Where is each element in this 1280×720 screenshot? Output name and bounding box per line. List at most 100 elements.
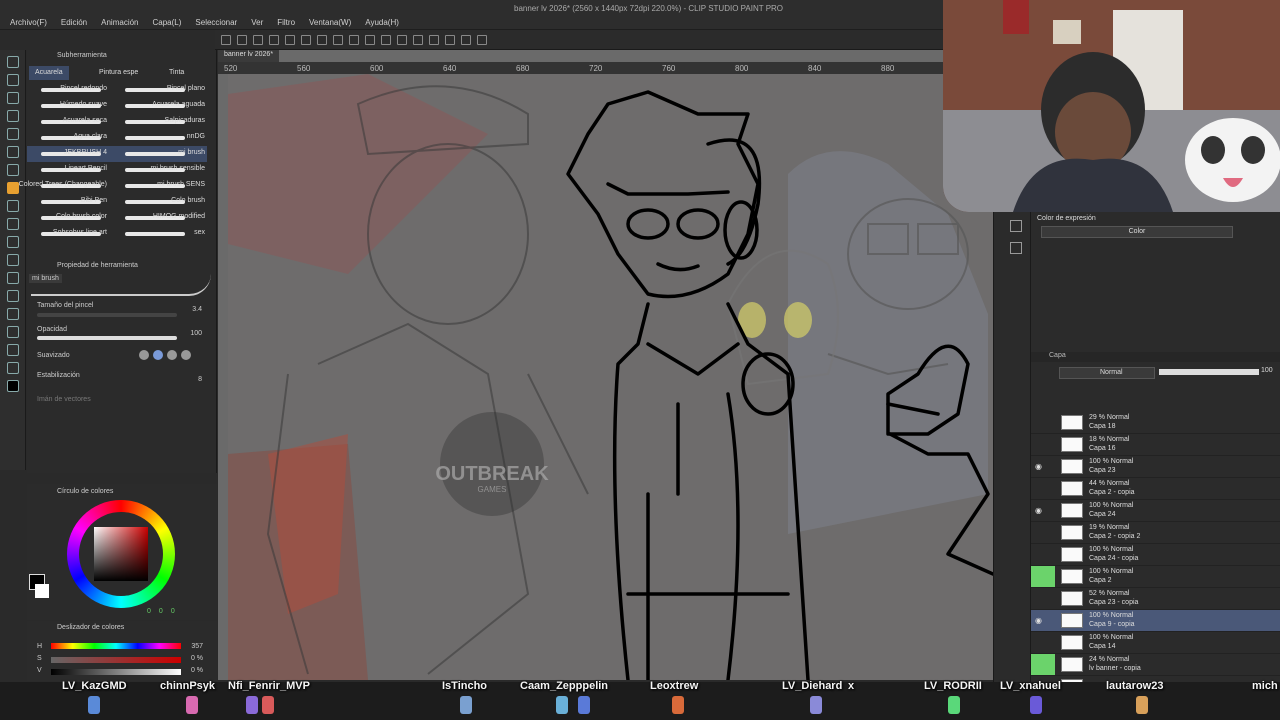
snap-ruler-icon[interactable] bbox=[381, 34, 391, 45]
layer-row[interactable]: 29 % Normal Capa 18 bbox=[1031, 412, 1280, 434]
layer-opacity-slider[interactable] bbox=[1159, 369, 1259, 375]
frame-tool-icon[interactable] bbox=[7, 308, 19, 320]
brush-tool-icon[interactable] bbox=[7, 182, 19, 194]
layer-row[interactable]: 100 % Normal Capa 14 bbox=[1031, 632, 1280, 654]
brush-name-left[interactable]: Lineart Pencil bbox=[65, 165, 107, 172]
invert-selection-icon[interactable] bbox=[365, 34, 375, 45]
visibility-eye-icon[interactable]: ◉ bbox=[1035, 462, 1042, 471]
brush-name-left[interactable]: Bibi Pen bbox=[81, 197, 107, 204]
tab-pintura[interactable]: Pintura espe bbox=[93, 66, 144, 80]
layer-row[interactable]: ◉ 100 % Normal Capa 9 - copia bbox=[1031, 610, 1280, 632]
open-icon[interactable] bbox=[237, 34, 247, 45]
brush-name-right[interactable]: nnDG bbox=[187, 133, 205, 140]
main-color-swatch[interactable] bbox=[7, 380, 19, 392]
brush-row[interactable]: Acuarela seca Salpicaduras bbox=[27, 114, 207, 130]
smooth-options[interactable] bbox=[139, 350, 199, 360]
fill-tool-icon[interactable] bbox=[7, 254, 19, 266]
brush-name-right[interactable]: Salpicaduras bbox=[165, 117, 205, 124]
layer-row[interactable]: 52 % Normal Capa 23 - copia bbox=[1031, 588, 1280, 610]
layer-row[interactable]: ◉ 100 % Normal Capa 24 bbox=[1031, 500, 1280, 522]
blend-mode-select[interactable]: Normal bbox=[1059, 367, 1155, 379]
brush-row[interactable]: Agua clara nnDG bbox=[27, 130, 207, 146]
menu-capa[interactable]: Capa(L) bbox=[153, 18, 182, 27]
lasso-tool-icon[interactable] bbox=[7, 110, 19, 122]
grid-icon[interactable] bbox=[477, 34, 487, 45]
text-tool-icon[interactable] bbox=[7, 326, 19, 338]
hue-slider[interactable] bbox=[51, 643, 181, 649]
layer-row[interactable]: 100 % Normal Capa 2 bbox=[1031, 566, 1280, 588]
menu-seleccionar[interactable]: Seleccionar bbox=[195, 18, 237, 27]
tab-acuarela[interactable]: Acuarela bbox=[29, 66, 69, 80]
eraser-tool-icon[interactable] bbox=[7, 218, 19, 230]
brush-row[interactable]: Pincel redondo Pincel plano bbox=[27, 82, 207, 98]
material-icon[interactable] bbox=[1010, 242, 1022, 254]
menu-ver[interactable]: Ver bbox=[251, 18, 263, 27]
select-tool-icon[interactable] bbox=[7, 92, 19, 104]
tab-tinta[interactable]: Tinta bbox=[163, 66, 190, 80]
layer-row[interactable]: 19 % Normal Capa 2 - copia 2 bbox=[1031, 522, 1280, 544]
layer-row[interactable]: 18 % Normal Capa 16 bbox=[1031, 434, 1280, 456]
blend-tool-icon[interactable] bbox=[7, 236, 19, 248]
move-tool-icon[interactable] bbox=[7, 74, 19, 86]
rotate-icon[interactable] bbox=[445, 34, 455, 45]
snap-perspective-icon[interactable] bbox=[413, 34, 423, 45]
opacity-value[interactable]: 100 bbox=[190, 330, 202, 337]
brush-name-left[interactable]: Húmedo suave bbox=[60, 101, 107, 108]
menu-edicion[interactable]: Edición bbox=[61, 18, 87, 27]
brush-row[interactable]: Colored Trees (Changeable) mi brush SENS bbox=[19, 178, 207, 194]
redo-icon[interactable] bbox=[285, 34, 295, 45]
menu-animacion[interactable]: Animación bbox=[101, 18, 138, 27]
menu-archivo[interactable]: Archivo(F) bbox=[10, 18, 47, 27]
brush-name-right[interactable]: mi brush SENS bbox=[157, 181, 205, 188]
brush-name-left[interactable]: Colo brush color bbox=[56, 213, 107, 220]
size-value[interactable]: 3.4 bbox=[192, 306, 202, 313]
menu-filtro[interactable]: Filtro bbox=[277, 18, 295, 27]
fit-icon[interactable] bbox=[461, 34, 471, 45]
layer-row[interactable]: 24 % Normal lv banner - copia bbox=[1031, 654, 1280, 676]
balloon-tool-icon[interactable] bbox=[7, 344, 19, 356]
value-slider[interactable] bbox=[51, 669, 181, 675]
drawing-canvas[interactable]: banner lv 2026* 520 560 600 640 680 720 760 800… bbox=[218, 50, 993, 680]
layer-row[interactable]: ◉ 100 % Normal Capa 23 bbox=[1031, 456, 1280, 478]
navigator-icon[interactable] bbox=[1010, 220, 1022, 232]
brush-row[interactable]: Húmedo suave Acuarela aguada bbox=[27, 98, 207, 114]
new-icon[interactable] bbox=[221, 34, 231, 45]
transform-icon[interactable] bbox=[317, 34, 327, 45]
brush-name-right[interactable]: Pincel plano bbox=[167, 85, 205, 92]
zoom-tool-icon[interactable] bbox=[7, 56, 19, 68]
brush-name-left[interactable]: Acuarela seca bbox=[63, 117, 107, 124]
brush-row[interactable]: Colo brush color HIMOG modified bbox=[27, 210, 207, 226]
airbrush-tool-icon[interactable] bbox=[7, 200, 19, 212]
layer-row[interactable]: 100 % Normal Capa 24 - copia bbox=[1031, 544, 1280, 566]
clear-icon[interactable] bbox=[301, 34, 311, 45]
sub-color-swatch[interactable] bbox=[35, 584, 49, 598]
expression-color-select[interactable]: Color bbox=[1041, 226, 1233, 238]
visibility-eye-icon[interactable]: ◉ bbox=[1035, 506, 1042, 515]
gradient-tool-icon[interactable] bbox=[7, 272, 19, 284]
brush-name-left[interactable]: Pincel redondo bbox=[60, 85, 107, 92]
menu-ayuda[interactable]: Ayuda(H) bbox=[365, 18, 399, 27]
brush-row[interactable]: Lineart Pencil mi brush sensible bbox=[27, 162, 207, 178]
deselect-icon[interactable] bbox=[349, 34, 359, 45]
brush-row[interactable]: JEKBRUSH 4 mi brush bbox=[27, 146, 207, 162]
brush-name-right[interactable]: HIMOG modified bbox=[153, 213, 205, 220]
figure-tool-icon[interactable] bbox=[7, 290, 19, 302]
brush-row[interactable]: Sobsobus line art sex bbox=[27, 226, 207, 242]
menu-ventana[interactable]: Ventana(W) bbox=[309, 18, 351, 27]
snap-grid-icon[interactable] bbox=[397, 34, 407, 45]
brush-name-left[interactable]: JEKBRUSH 4 bbox=[64, 149, 107, 156]
saturation-slider[interactable] bbox=[51, 657, 181, 663]
stabilization-value[interactable]: 8 bbox=[198, 376, 202, 383]
brush-name-right[interactable]: Acuarela aguada bbox=[152, 101, 205, 108]
layer-row[interactable]: 44 % Normal Capa 2 - copia bbox=[1031, 478, 1280, 500]
saturation-square[interactable] bbox=[94, 527, 148, 581]
eyedropper-tool-icon[interactable] bbox=[7, 128, 19, 140]
flip-icon[interactable] bbox=[429, 34, 439, 45]
line-tool-icon[interactable] bbox=[7, 362, 19, 374]
brush-name-left[interactable]: Sobsobus line art bbox=[53, 229, 107, 236]
brush-name-right[interactable]: mi brush bbox=[178, 149, 205, 156]
brush-name-left[interactable]: Colored Trees (Changeable) bbox=[19, 181, 107, 188]
save-icon[interactable] bbox=[253, 34, 263, 45]
brush-name-right[interactable]: mi brush sensible bbox=[151, 165, 205, 172]
brush-name-right[interactable]: sex bbox=[194, 229, 205, 236]
